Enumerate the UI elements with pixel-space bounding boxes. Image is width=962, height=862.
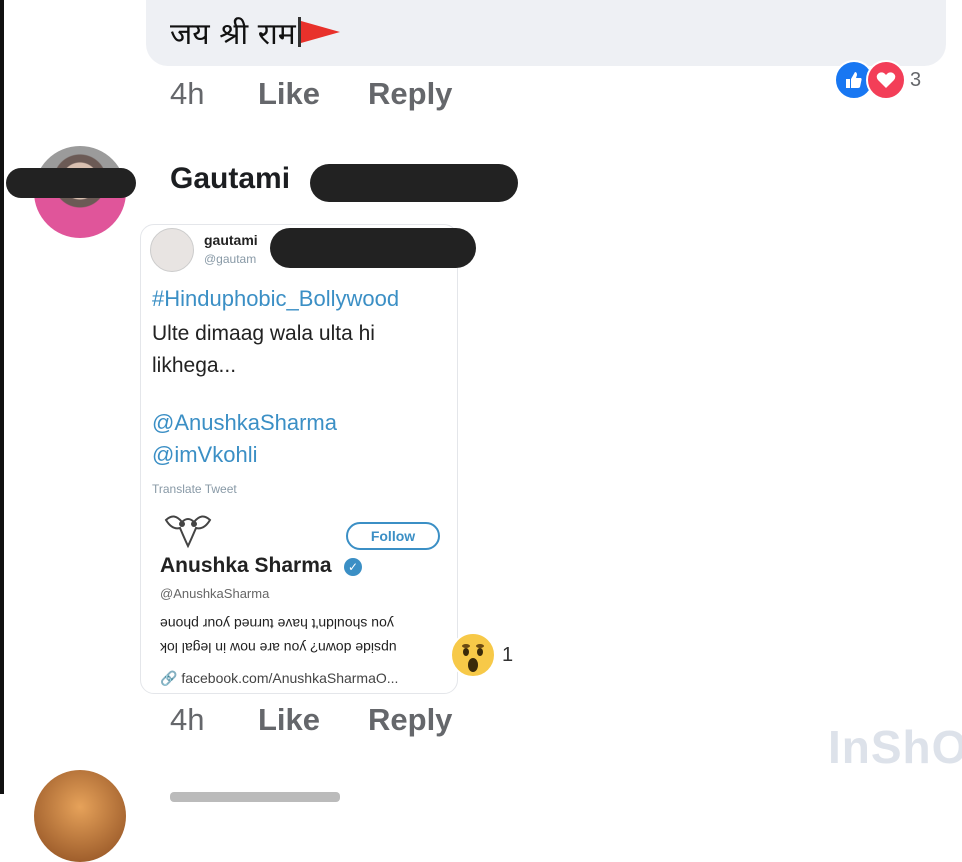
reaction-count: 3: [910, 68, 922, 91]
redaction-bar: [310, 164, 518, 202]
reply-button[interactable]: Reply: [368, 702, 452, 738]
avatar[interactable]: [34, 770, 126, 862]
comment-actions: 4h Like Reply: [170, 76, 452, 112]
tweet-author-handle: @gautam: [204, 252, 257, 266]
quoted-link[interactable]: 🔗 facebook.com/AnushkaSharmaO...: [160, 670, 398, 687]
like-button[interactable]: Like: [258, 702, 368, 738]
left-edge-border: [0, 0, 4, 794]
redaction-bar: [270, 228, 476, 268]
love-icon: [866, 60, 906, 100]
quoted-avatar: [160, 512, 216, 550]
quoted-author-name: Anushka Sharma: [160, 554, 332, 577]
tweet-avatar: [150, 228, 194, 272]
tweet-body-line: likhega...: [152, 354, 237, 377]
wow-icon: [450, 632, 496, 678]
tweet-mention: @AnushkaSharma: [152, 410, 337, 435]
quoted-upside-text: you shouldn't have turned your phone: [160, 616, 394, 632]
like-button[interactable]: Like: [258, 76, 368, 112]
redaction-bar: [6, 168, 136, 198]
comment-timestamp: 4h: [170, 76, 205, 111]
tweet-body-line: Ulte dimaag wala ulta hi: [152, 322, 375, 345]
verified-badge-icon: ✓: [344, 558, 362, 576]
link-icon: 🔗: [160, 670, 178, 686]
tweet-hashtag: #Hinduphobic_Bollywood: [152, 286, 400, 311]
watermark: InShO: [828, 721, 962, 773]
translate-tweet-label: Translate Tweet: [152, 482, 237, 496]
quoted-author-handle: @AnushkaSharma: [160, 586, 270, 601]
comment-timestamp: 4h: [170, 702, 205, 737]
commenter-name[interactable]: Gautami: [170, 162, 290, 196]
comment-actions: 4h Like Reply: [170, 702, 452, 738]
tweet-mention: @imVkohli: [152, 442, 258, 467]
comment-text-content: जय श्री राम: [170, 17, 296, 52]
tweet-body: Ulte dimaag wala ulta hi likhega...: [152, 318, 375, 382]
quoted-upside-text: upside down? you are now in legal lok: [160, 640, 397, 656]
reaction-summary[interactable]: 1: [450, 632, 513, 678]
comment-text: जय श्री राम: [170, 12, 342, 55]
reaction-summary[interactable]: 3: [834, 60, 921, 100]
quoted-link-text: facebook.com/AnushkaSharmaO...: [181, 670, 399, 686]
reaction-count: 1: [502, 643, 514, 666]
tweet-author-name: gautami: [204, 232, 258, 248]
follow-button[interactable]: Follow: [346, 522, 440, 550]
next-commenter-name[interactable]: [170, 782, 350, 802]
saffron-flag-icon: [297, 16, 342, 55]
reply-button[interactable]: Reply: [368, 76, 452, 112]
